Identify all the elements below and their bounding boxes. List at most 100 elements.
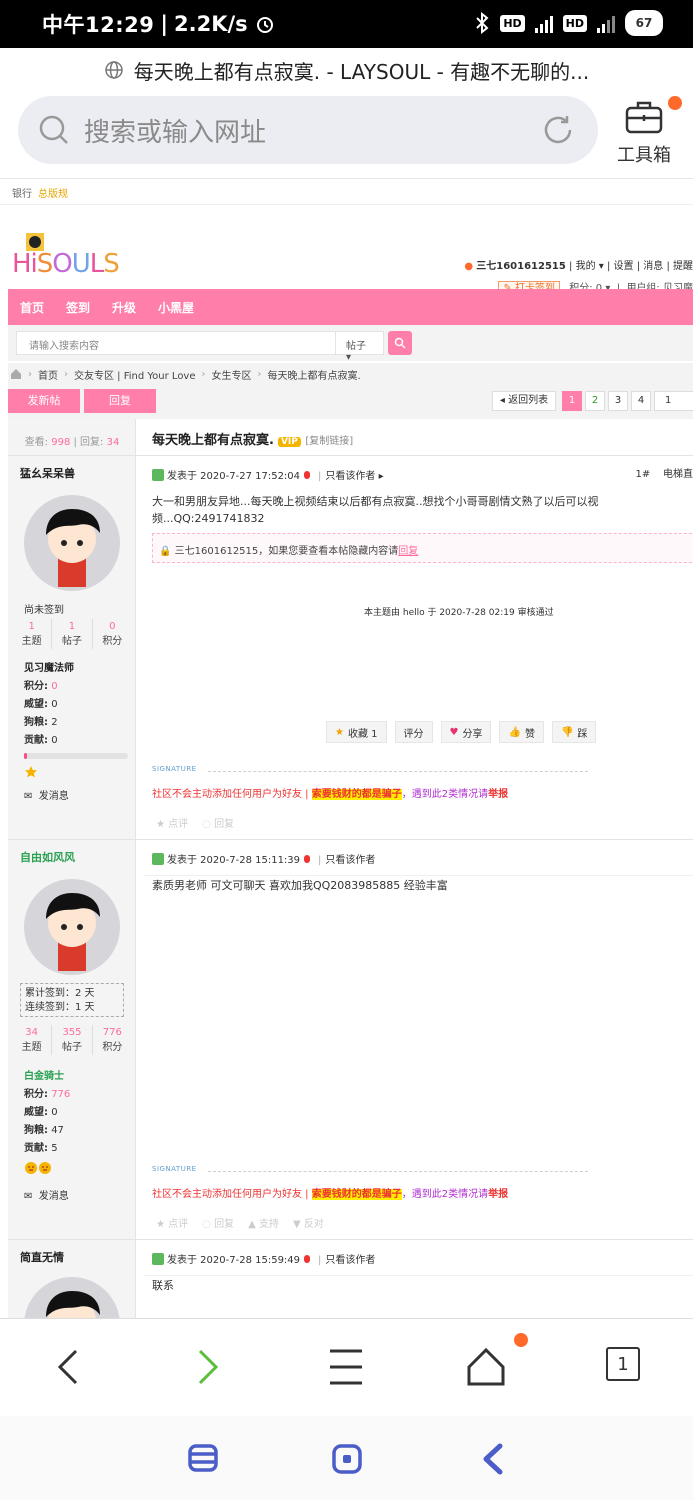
username-link[interactable]: 三七1601612515 [476,261,566,272]
like-button[interactable]: 👍 赞 [499,721,544,743]
tabs-button[interactable]: 1 [606,1347,640,1381]
nav-home[interactable]: 首页 [20,299,44,316]
user-status-icon: ● [464,261,474,272]
post2-reply[interactable]: ◌ 回复 [202,1215,234,1230]
stat-val: 0 [51,1107,58,1118]
page-1[interactable]: 1 [562,391,582,411]
dislike-button[interactable]: 👎 踩 [551,721,597,743]
stat-val: 776 [51,1089,71,1100]
post1-avatar[interactable] [24,495,120,591]
home-button[interactable] [466,1333,528,1391]
favorite-button[interactable]: ★ 收藏 1 [326,721,387,743]
post1-only-author[interactable]: 只看该作者 [325,471,375,482]
stat-val: 5 [51,1143,58,1154]
topline-link-bank[interactable]: 银行 [12,189,32,200]
site-search-input[interactable]: 请输入搜索内容 [16,331,336,355]
post1-reply[interactable]: ◌ 回复 [202,815,234,830]
link-reminders[interactable]: 提醒 [673,261,693,272]
page-jump-input[interactable]: 1 / 4 [654,391,693,411]
nav-signin[interactable]: 签到 [66,299,90,316]
new-post-button[interactable]: 发新帖 [8,389,80,413]
crumb-home[interactable]: 首页 [38,367,58,382]
crumb-thread[interactable]: 每天晚上都有点寂寞. [268,367,361,382]
back-icon[interactable] [54,1347,84,1387]
forward-icon[interactable] [192,1347,222,1387]
report-link[interactable]: 举报 [488,789,508,800]
breadcrumb: › 首页 › 交友专区 | Find Your Love › 女生专区 › 每天晚上都有… [8,363,693,385]
home-icon[interactable] [10,368,22,380]
topline-link-rules[interactable]: 总版规 [38,189,68,200]
online-icon [152,1253,164,1265]
home-system-icon[interactable] [332,1444,362,1474]
share-button[interactable]: ♥ 分享 [440,721,492,743]
post2-comment[interactable]: ★ 点评 [156,1215,188,1230]
link-messages[interactable]: 消息 [643,261,663,272]
post2-posts[interactable]: 355 帖子 [52,1025,93,1055]
warn-highlight: 索要钱财的都是骗子 [311,1189,402,1200]
post1-comment[interactable]: ★ 点评 [156,815,188,830]
back-system-icon[interactable] [480,1442,506,1476]
nav-blackroom[interactable]: 小黑屋 [158,299,194,316]
search-type-select[interactable]: 帖子 ▾ [336,331,384,363]
back-label: 返回列表 [508,395,549,406]
crumb-girls[interactable]: 女生专区 [212,367,252,382]
dislike-label: 踩 [577,728,588,740]
post1-group[interactable]: 见习魔法师 [24,659,74,674]
locked-reply-link[interactable]: 回复 [398,546,418,557]
status-bar: 中午12:29 | 2.2K/s HD HD 67 [0,0,693,48]
page-2[interactable]: 2 [585,391,605,411]
reload-icon[interactable] [540,112,576,148]
post3-author[interactable]: 简直无情 [20,1249,64,1265]
alarm-icon [256,17,273,33]
post3-only-author[interactable]: 只看该作者 [325,1255,375,1266]
post1-points-num: 0 [109,621,116,632]
post2-author[interactable]: 自由如风风 [20,849,75,865]
thread-title-text: 每天晚上都有点寂寞. [152,433,274,448]
post2-only-author[interactable]: 只看该作者 [325,855,375,866]
address-bar[interactable]: 搜索或输入网址 [18,96,598,164]
post1-threads[interactable]: 1 主题 [12,619,53,649]
nav-upgrade[interactable]: 升级 [112,299,136,316]
toolbox-icon [625,101,663,134]
stat-val: 2 [51,717,58,728]
crumb-dating[interactable]: 交友专区 | Find Your Love [74,367,196,382]
post1-author[interactable]: 猛幺呆呆兽 [20,465,75,481]
recent-apps-icon[interactable] [188,1444,218,1472]
post1-send-message[interactable]: ✉ 发消息 [24,787,69,802]
report-link[interactable]: 举报 [488,1189,508,1200]
stat-key: 积分: [24,1089,48,1100]
browser-title-bar[interactable]: 每天晚上都有点寂寞. - LAYSOUL - 有趣不无聊的... [0,48,693,92]
site-search-button[interactable] [388,331,412,355]
share-label: 分享 [462,728,483,740]
page-title: 每天晚上都有点寂寞. - LAYSOUL - 有趣不无聊的... [133,59,590,84]
back-to-list-button[interactable]: ◂ 返回列表 [492,391,556,411]
post2-stat-prestige: 威望: 0 [24,1103,58,1118]
post1-floor[interactable]: 1# 电梯直 [636,465,693,480]
post2-posts-label: 帖子 [61,1042,82,1053]
post2-avatar[interactable] [24,879,120,975]
post2-threads[interactable]: 34 主题 [12,1025,53,1055]
post2-support[interactable]: ▲ 支持 [248,1215,279,1230]
post1-points[interactable]: 0 积分 [93,619,132,649]
rate-button[interactable]: 评分 [394,721,433,743]
post1-stat-contrib: 贡献: 0 [24,731,58,746]
reply-button[interactable]: 回复 [84,389,156,413]
like-label: 赞 [524,728,535,740]
page-4[interactable]: 4 [631,391,651,411]
site-logo[interactable]: HiSOULS [12,233,120,279]
page-3[interactable]: 3 [608,391,628,411]
hd-icon-2: HD [562,14,587,32]
link-my[interactable]: 我的 [576,261,596,272]
post2-oppose[interactable]: ▼ 反对 [293,1215,324,1230]
post2-group[interactable]: 白金骑士 [24,1067,64,1082]
toolbox-button[interactable]: 工具箱 [612,96,682,166]
oppose-label: 反对 [303,1219,324,1230]
copy-link[interactable]: [复制链接] [305,436,353,447]
menu-icon[interactable] [328,1347,364,1387]
link-settings[interactable]: 设置 [614,261,634,272]
post2-send-message[interactable]: ✉ 发消息 [24,1187,69,1202]
post2-points[interactable]: 776 积分 [93,1025,132,1055]
new-icon [304,855,311,863]
thread-actions: 发新帖 回复 ◂ 返回列表 1 2 3 4 1 / 4 [8,385,693,419]
post1-posts[interactable]: 1 帖子 [52,619,93,649]
